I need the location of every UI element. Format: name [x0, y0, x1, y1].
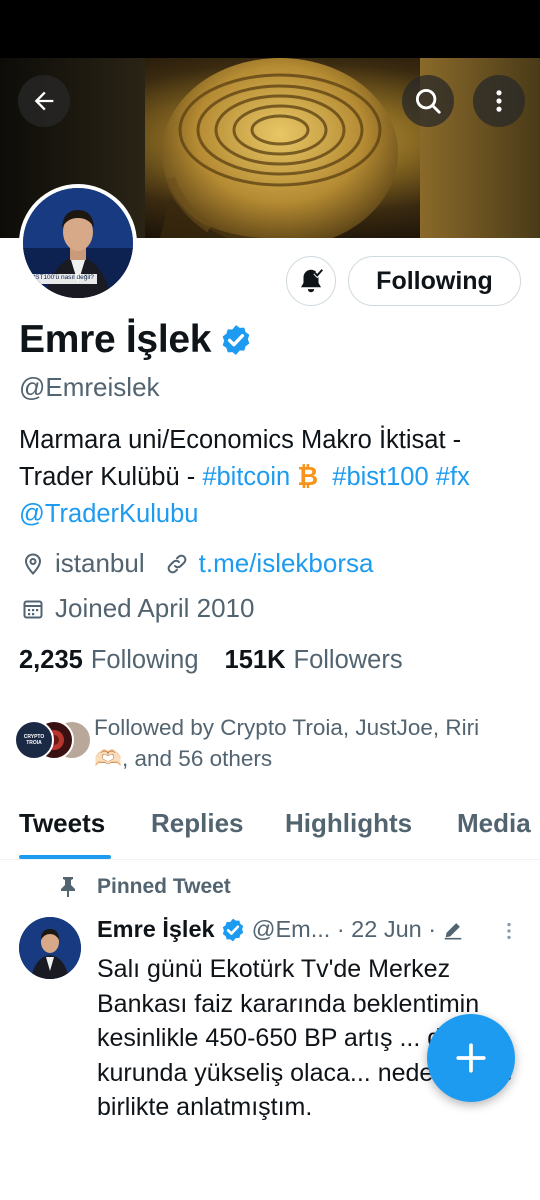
- profile-meta-location-website: istanbul t.me/islekborsa: [19, 548, 373, 579]
- tweet-avatar-illustration: [19, 917, 81, 979]
- plus-icon: [456, 1043, 486, 1073]
- followers-you-know[interactable]: CRYPTO TROIA Followed by Crypto Troia, J…: [14, 712, 504, 774]
- edit-pencil-icon: [444, 922, 462, 940]
- tweet-more-button[interactable]: [498, 920, 520, 947]
- profile-website-link[interactable]: t.me/islekborsa: [199, 548, 374, 579]
- banner-maze-head-illustration: [160, 58, 398, 238]
- avatar-person-illustration: [23, 188, 133, 298]
- active-tab-indicator: [19, 855, 111, 859]
- followers-label: Followers: [293, 646, 403, 674]
- notifications-bell-button[interactable]: [286, 256, 336, 306]
- profile-bio: Marmara uni/Economics Makro İktisat - Tr…: [19, 422, 524, 533]
- search-icon: [415, 88, 441, 114]
- pin-icon: [58, 876, 78, 898]
- following-label: Following: [90, 646, 199, 674]
- verified-badge-icon[interactable]: [219, 323, 253, 357]
- back-button[interactable]: [18, 75, 70, 127]
- profile-name-row: Emre İşlek: [19, 318, 253, 362]
- profile-stats: 2,235 Following 151K Followers: [19, 646, 403, 675]
- following-button[interactable]: Following: [348, 256, 521, 306]
- compose-tweet-button[interactable]: [427, 1014, 515, 1102]
- hashtag-fx[interactable]: #fx: [436, 463, 470, 491]
- pinned-tweet-text: Pinned Tweet: [97, 875, 231, 898]
- tweet-header: Emre İşlek @Em... · 22 Jun ·: [97, 916, 464, 943]
- more-options-button[interactable]: [473, 75, 525, 127]
- search-button[interactable]: [402, 75, 454, 127]
- hashtag-bitcoin[interactable]: #bitcoin: [202, 463, 290, 491]
- tweet-author-avatar[interactable]: [19, 917, 81, 979]
- followers-you-know-avatars: CRYPTO TROIA: [14, 720, 92, 770]
- profile-display-name: Emre İşlek: [19, 318, 212, 361]
- more-vertical-icon: [496, 90, 502, 112]
- tab-replies[interactable]: Replies: [151, 808, 244, 839]
- followers-count: 151K: [224, 646, 286, 674]
- follower-avatar: CRYPTO TROIA: [14, 720, 54, 760]
- tab-highlights[interactable]: Highlights: [285, 808, 412, 839]
- follower-avatar-label: CRYPTO TROIA: [23, 734, 45, 746]
- followed-by-text: Followed by Crypto Troia, JustJoe, Riri …: [94, 715, 480, 771]
- back-arrow-icon: [34, 91, 54, 111]
- more-vertical-icon: [507, 922, 511, 940]
- verified-badge-icon: [222, 918, 243, 941]
- mention-traderkulubu[interactable]: @TraderKulubu: [19, 500, 198, 528]
- tweet-author-name[interactable]: Emre İşlek: [97, 916, 215, 943]
- profile-handle: @Emreislek: [19, 372, 160, 402]
- following-stat[interactable]: 2,235 Following: [19, 646, 199, 675]
- pinned-tweet-label: Pinned Tweet: [58, 875, 231, 899]
- profile-avatar[interactable]: BIST100'ü nasıl değil?: [19, 184, 137, 302]
- profile-joined-date: Joined April 2010: [55, 593, 255, 623]
- status-bar: [0, 0, 540, 58]
- avatar-caption: BIST100'ü nasıl değil?: [29, 274, 94, 281]
- tab-media[interactable]: Media: [457, 808, 531, 839]
- profile-avatar-image: BIST100'ü nasıl değil?: [23, 188, 133, 298]
- bell-check-icon: [301, 268, 324, 293]
- bitcoin-symbol: ₿: [297, 463, 319, 491]
- hashtag-bist100[interactable]: #bist100: [332, 463, 428, 491]
- calendar-icon: [19, 595, 47, 623]
- tweet-meta: @Em... · 22 Jun ·: [251, 916, 437, 942]
- following-count: 2,235: [19, 646, 83, 674]
- link-icon: [163, 550, 191, 578]
- followers-stat[interactable]: 151K Followers: [225, 646, 403, 675]
- location-pin-icon: [19, 550, 47, 578]
- profile-meta-joined: Joined April 2010: [19, 593, 254, 624]
- tab-tweets[interactable]: Tweets: [19, 808, 105, 839]
- profile-location: istanbul: [55, 548, 145, 578]
- profile-tabs: Tweets Replies Highlights Media: [0, 800, 540, 860]
